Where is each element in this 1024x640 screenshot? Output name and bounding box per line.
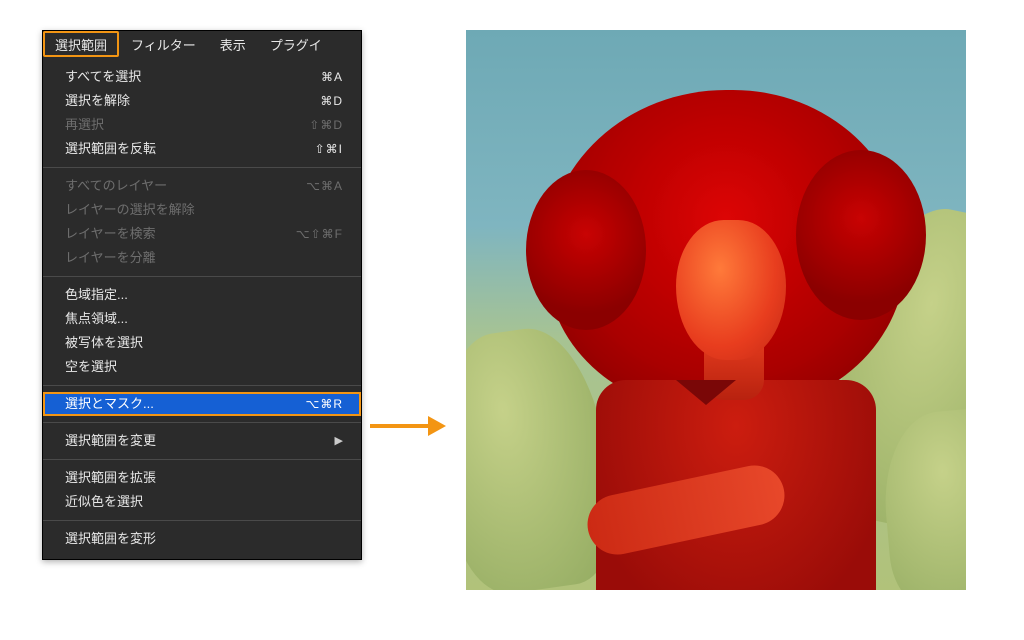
menu-section: 選択範囲を変更 ▶	[43, 425, 361, 457]
menu-item-label: 選択を解除	[65, 92, 130, 110]
menu-item-label: 空を選択	[65, 358, 117, 376]
menu-item-modify-selection[interactable]: 選択範囲を変更 ▶	[43, 429, 361, 453]
menu-item-find-layers: レイヤーを検索 ⌥⇧⌘F	[43, 222, 361, 246]
selection-menu: 選択範囲 フィルター 表示 プラグイ すべてを選択 ⌘A 選択を解除 ⌘D 再選…	[42, 30, 362, 560]
menu-item-label: すべてを選択	[65, 68, 141, 86]
menu-item-shortcut: ⇧⌘D	[309, 116, 343, 134]
menu-divider	[43, 520, 361, 521]
menubar-item-selection[interactable]: 選択範囲	[43, 31, 119, 57]
menu-item-label: 被写体を選択	[65, 334, 143, 352]
menu-item-color-range[interactable]: 色域指定...	[43, 283, 361, 307]
menu-section: 選択とマスク... ⌥⌘R	[43, 388, 361, 420]
menu-item-label: すべてのレイヤー	[65, 177, 167, 195]
menu-item-deselect[interactable]: 選択を解除 ⌘D	[43, 89, 361, 113]
menu-item-reselect: 再選択 ⇧⌘D	[43, 113, 361, 137]
menu-section: 色域指定... 焦点領域... 被写体を選択 空を選択	[43, 279, 361, 383]
menu-item-label: 色域指定...	[65, 286, 128, 304]
menu-divider	[43, 459, 361, 460]
menu-section: すべてを選択 ⌘A 選択を解除 ⌘D 再選択 ⇧⌘D 選択範囲を反転 ⇧⌘I	[43, 61, 361, 165]
menu-item-shortcut: ⇧⌘I	[315, 140, 343, 158]
menu-item-select-subject[interactable]: 被写体を選択	[43, 331, 361, 355]
menu-item-select-sky[interactable]: 空を選択	[43, 355, 361, 379]
menu-item-inverse[interactable]: 選択範囲を反転 ⇧⌘I	[43, 137, 361, 161]
menu-divider	[43, 385, 361, 386]
face-shape	[676, 220, 786, 360]
menu-item-transform-selection[interactable]: 選択範囲を変形	[43, 527, 361, 551]
menu-item-shortcut: ⌥⌘R	[306, 395, 344, 413]
menu-item-shortcut: ⌥⇧⌘F	[296, 225, 343, 243]
menu-divider	[43, 167, 361, 168]
menu-item-focus-area[interactable]: 焦点領域...	[43, 307, 361, 331]
menu-item-label: 再選択	[65, 116, 104, 134]
menu-item-label: 選択範囲を拡張	[65, 469, 156, 487]
person-silhouette	[526, 90, 926, 590]
menu-item-label: レイヤーを分離	[65, 249, 156, 267]
menu-item-label: レイヤーの選択を解除	[65, 201, 195, 219]
menu-item-deselect-layers: レイヤーの選択を解除	[43, 198, 361, 222]
menubar: 選択範囲 フィルター 表示 プラグイ	[43, 31, 361, 57]
menu-item-label: 選択範囲を反転	[65, 140, 156, 158]
menu-section: 選択範囲を変形	[43, 523, 361, 555]
menu-item-select-and-mask[interactable]: 選択とマスク... ⌥⌘R	[43, 392, 361, 416]
menu-item-shortcut: ⌘D	[320, 92, 343, 110]
image-preview	[466, 30, 966, 590]
callout-arrow-icon	[370, 416, 450, 436]
menu-item-label: レイヤーを検索	[65, 225, 156, 243]
menu-item-similar[interactable]: 近似色を選択	[43, 490, 361, 514]
menu-section: すべてのレイヤー ⌥⌘A レイヤーの選択を解除 レイヤーを検索 ⌥⇧⌘F レイヤ…	[43, 170, 361, 274]
menu-item-shortcut: ⌘A	[321, 68, 343, 86]
menu-item-isolate-layers: レイヤーを分離	[43, 246, 361, 270]
menu-divider	[43, 422, 361, 423]
chevron-right-icon: ▶	[335, 432, 343, 450]
menu-item-label: 選択とマスク...	[65, 395, 154, 413]
menubar-item-filter[interactable]: フィルター	[119, 31, 208, 57]
selection-dropdown: すべてを選択 ⌘A 選択を解除 ⌘D 再選択 ⇧⌘D 選択範囲を反転 ⇧⌘I す…	[43, 57, 361, 559]
menu-item-grow[interactable]: 選択範囲を拡張	[43, 466, 361, 490]
menubar-item-view[interactable]: 表示	[208, 31, 258, 57]
menu-item-label: 焦点領域...	[65, 310, 128, 328]
menu-item-label: 選択範囲を変更	[65, 432, 156, 450]
menu-item-label: 選択範囲を変形	[65, 530, 156, 548]
menu-item-all-layers: すべてのレイヤー ⌥⌘A	[43, 174, 361, 198]
menu-divider	[43, 276, 361, 277]
menu-item-shortcut: ⌥⌘A	[306, 177, 343, 195]
menu-item-label: 近似色を選択	[65, 493, 143, 511]
collar-shape	[676, 380, 736, 405]
menubar-item-plugin[interactable]: プラグイ	[258, 31, 334, 57]
menu-item-select-all[interactable]: すべてを選択 ⌘A	[43, 65, 361, 89]
menu-section: 選択範囲を拡張 近似色を選択	[43, 462, 361, 518]
